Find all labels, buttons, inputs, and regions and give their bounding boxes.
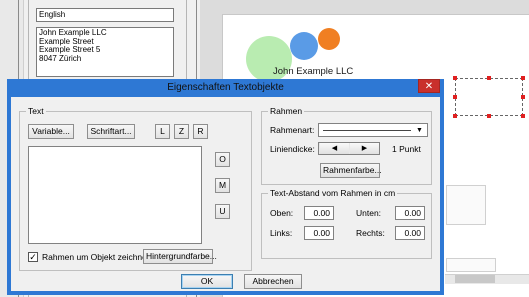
valign-top-button[interactable]: O [215,152,230,167]
page-object[interactable] [446,185,486,225]
line-width-value: 1 Punkt [392,144,421,154]
logo-company-name[interactable]: John Example LLC [273,66,353,77]
logo-circle-blue [290,32,318,60]
address-line: 8047 Zürich [39,53,82,63]
cancel-button[interactable]: Abbrechen [244,274,302,289]
language-field[interactable]: English [36,8,174,22]
decrease-arrow-icon[interactable]: ◀ [320,143,349,154]
dialog-body: Text Variable... Schriftart... L Z R O M… [11,97,440,291]
frame-group: Rahmen Rahmenart: ▼ Liniendicke: ◀ ▶ 1 P… [261,106,432,185]
resize-handle[interactable] [521,76,525,80]
page-object[interactable] [446,258,496,272]
ok-button[interactable]: OK [181,274,233,289]
resize-handle[interactable] [453,76,457,80]
scrollbar-thumb[interactable] [455,275,495,283]
align-right-button[interactable]: R [193,124,208,139]
text-content-area[interactable] [28,146,202,244]
resize-handle[interactable] [521,114,525,118]
bottom-spacing-label: Unten: [356,208,382,218]
dialog-title: Eigenschaften Textobjekte [167,82,284,93]
align-center-button[interactable]: Z [174,124,189,139]
line-width-label: Liniendicke: [270,144,315,154]
resize-handle[interactable] [521,95,525,99]
frame-style-label: Rahmenart: [270,125,315,135]
draw-frame-checkbox[interactable]: ✓ [28,252,38,262]
checkmark-icon: ✓ [29,252,37,262]
resize-handle[interactable] [453,95,457,99]
resize-handle[interactable] [487,76,491,80]
left-spacing-field[interactable]: 0.00 [304,226,334,240]
draw-frame-label: Rahmen um Objekt zeichnen [42,252,152,262]
chevron-down-icon: ▼ [416,127,423,134]
top-spacing-field[interactable]: 0.00 [304,206,334,220]
text-group-legend: Text [26,106,46,116]
text-group: Text Variable... Schriftart... L Z R O M… [19,106,252,271]
top-spacing-label: Oben: [270,208,294,218]
logo-circle-orange [318,28,340,50]
right-spacing-label: Rechts: [356,228,385,238]
bottom-spacing-field[interactable]: 0.00 [395,206,425,220]
valign-middle-button[interactable]: M [215,178,230,193]
increase-arrow-icon[interactable]: ▶ [350,143,379,154]
selected-text-object[interactable] [455,78,523,116]
valign-bottom-button[interactable]: U [215,204,230,219]
frame-group-legend: Rahmen [268,106,305,116]
spacing-group-legend: Text-Abstand vom Rahmen in cm [268,188,398,198]
address-textbox[interactable]: John Example LLC Example Street Example … [36,27,174,77]
background-color-button[interactable]: Hintergrundfarbe... [143,249,217,264]
close-button[interactable]: ✕ [418,79,440,93]
frame-color-button[interactable]: Rahmenfarbe... [320,163,382,178]
spacing-group: Text-Abstand vom Rahmen in cm Oben: 0.00… [261,188,432,259]
font-button[interactable]: Schriftart... [87,124,135,139]
left-spacing-label: Links: [270,228,293,238]
frame-style-select[interactable]: ▼ [318,123,428,137]
resize-handle[interactable] [453,114,457,118]
right-spacing-field[interactable]: 0.00 [395,226,425,240]
variable-button[interactable]: Variable... [28,124,74,139]
resize-handle[interactable] [487,114,491,118]
align-left-button[interactable]: L [155,124,170,139]
close-icon: ✕ [424,81,434,92]
line-style-preview [323,130,411,131]
line-width-stepper[interactable]: ◀ ▶ [318,142,380,155]
text-properties-dialog: Eigenschaften Textobjekte ✕ Text Variabl… [7,79,444,295]
